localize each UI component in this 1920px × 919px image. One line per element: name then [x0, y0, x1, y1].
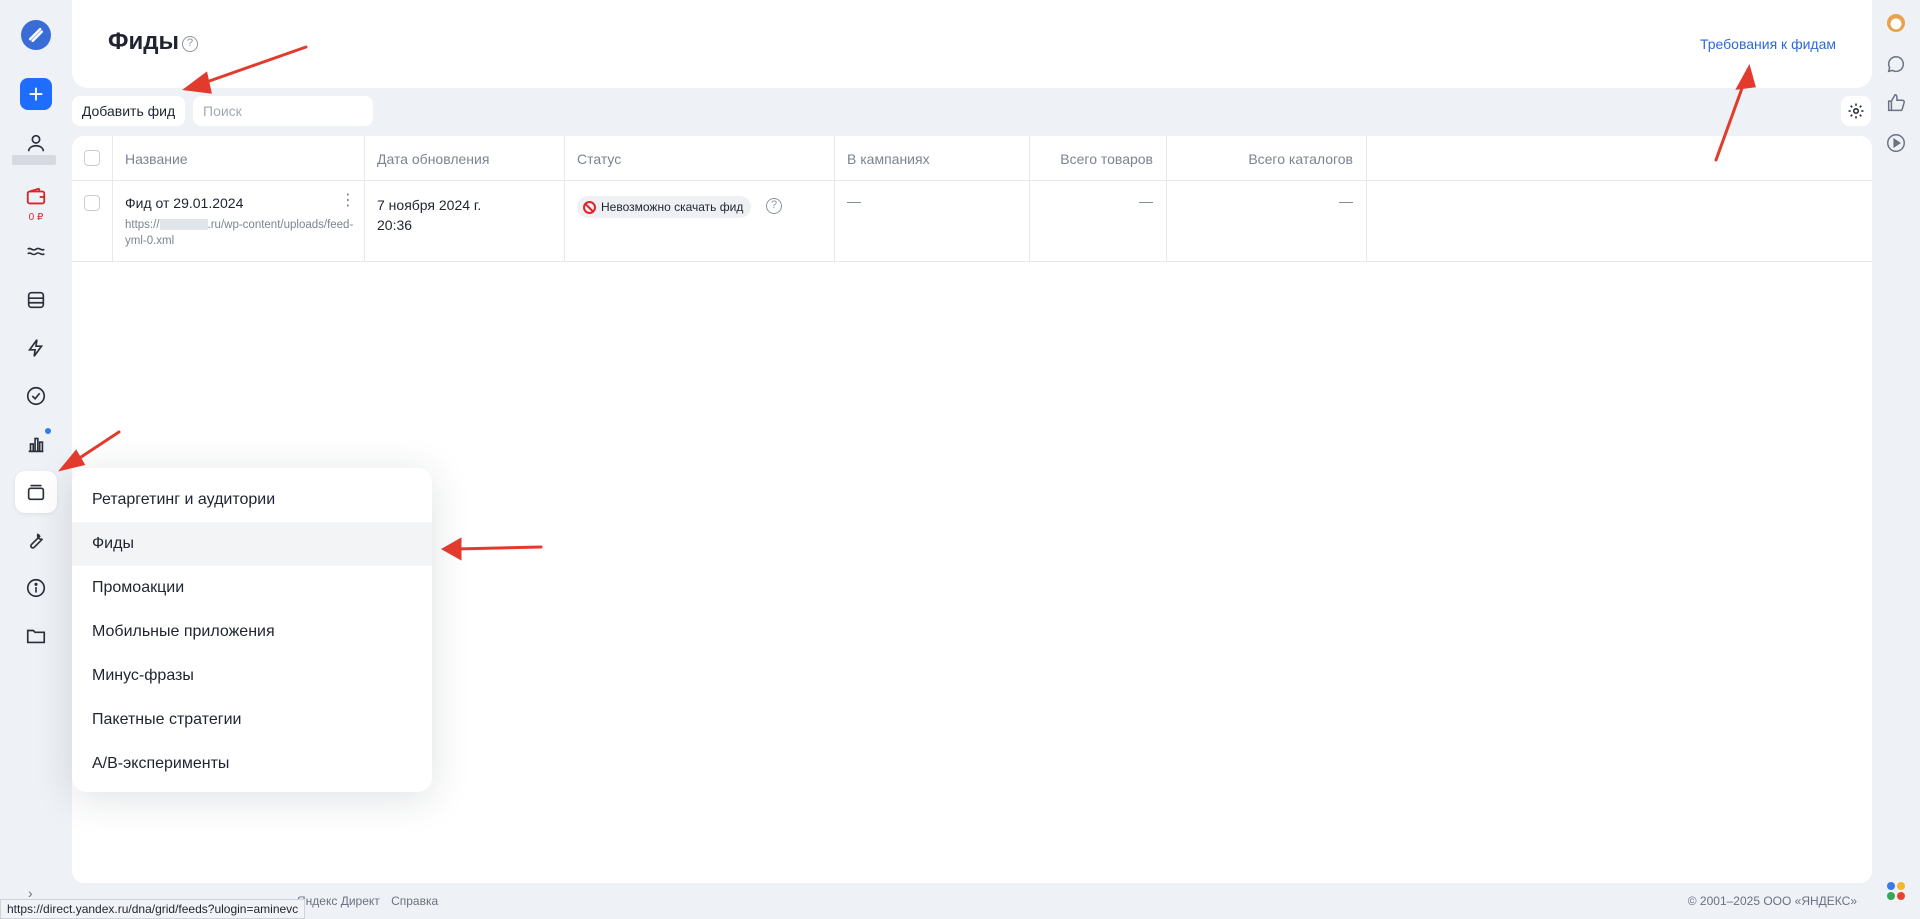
menu-item-package-strategies[interactable]: Пакетные стратегии [72, 698, 432, 742]
wave-stats-icon[interactable] [15, 230, 57, 272]
title-help-icon[interactable]: ? [182, 36, 198, 52]
feed-url-prefix: https:// [125, 219, 160, 231]
updated-date: 7 ноября 2024 г. [377, 197, 482, 213]
library-icon[interactable] [15, 471, 57, 513]
username-blurred [12, 155, 56, 165]
user-avatar[interactable] [1887, 14, 1905, 32]
status-help-icon[interactable]: ? [766, 198, 782, 214]
browser-status-url: https://direct.yandex.ru/dna/grid/feeds?… [0, 899, 306, 919]
updated-time: 20:36 [377, 217, 413, 233]
left-navigation-rail: + 0 ₽ › [0, 0, 72, 919]
folder-icon[interactable] [15, 615, 57, 657]
footer-direct-link[interactable]: Яндекс Директ [297, 894, 380, 908]
col-header-total-catalogs[interactable]: Всего каталогов [1248, 151, 1353, 167]
table-header: Название Дата обновления Статус В кампан… [72, 136, 1872, 181]
menu-item-negative-keywords[interactable]: Минус-фразы [72, 654, 432, 698]
col-header-status[interactable]: Статус [577, 151, 621, 167]
balance-label: 0 ₽ [28, 212, 44, 223]
feed-name[interactable]: Фид от 29.01.2024 [125, 195, 243, 211]
search-input[interactable] [193, 96, 373, 126]
feed-url: https://.ru/wp-content/uploads/feed-yml-… [125, 217, 357, 249]
error-prohibited-icon [583, 200, 596, 214]
services-grid-icon[interactable] [1887, 882, 1905, 900]
footer-help-link[interactable]: Справка [391, 894, 438, 908]
total-products-value: — [1139, 193, 1153, 209]
thumbs-up-icon[interactable] [1885, 92, 1907, 114]
row-menu-kebab-icon[interactable]: ⋮ [340, 193, 356, 209]
check-circle-icon[interactable] [15, 375, 57, 417]
library-menu-popup: Ретаргетинг и аудитории Фиды Промоакции … [72, 468, 432, 792]
status-text: Невозможно скачать фид [601, 200, 744, 214]
menu-item-ab-experiments[interactable]: A/B-эксперименты [72, 742, 432, 786]
menu-item-mobile-apps[interactable]: Мобильные приложения [72, 610, 432, 654]
table-settings-gear-icon[interactable] [1841, 96, 1871, 126]
create-plus-button[interactable]: + [20, 78, 52, 110]
campaigns-list-icon[interactable] [15, 279, 57, 321]
right-rail [1872, 0, 1920, 919]
wrench-icon[interactable] [15, 519, 57, 561]
col-header-updated[interactable]: Дата обновления [377, 151, 489, 167]
col-header-campaigns[interactable]: В кампаниях [847, 151, 930, 167]
col-header-name[interactable]: Название [125, 151, 188, 167]
row-checkbox[interactable] [84, 195, 100, 211]
select-all-checkbox[interactable] [84, 150, 100, 166]
total-catalogs-value: — [1339, 193, 1353, 209]
lightning-icon[interactable] [15, 327, 57, 369]
footer-copyright: © 2001–2025 ООО «ЯНДЕКС» [1687, 894, 1857, 908]
feed-requirements-link[interactable]: Требования к фидам [1700, 36, 1836, 52]
add-feed-button[interactable]: Добавить фид [72, 96, 185, 126]
play-circle-icon[interactable] [1885, 132, 1907, 154]
menu-item-retargeting[interactable]: Ретаргетинг и аудитории [72, 478, 432, 522]
direct-logo-icon[interactable] [21, 20, 51, 50]
page-title: Фиды [108, 28, 179, 55]
menu-item-promo[interactable]: Промоакции [72, 566, 432, 610]
table-row[interactable]: Фид от 29.01.2024 ⋮ https://.ru/wp-conte… [72, 181, 1872, 262]
col-header-total-products[interactable]: Всего товаров [1060, 151, 1153, 167]
menu-item-feeds[interactable]: Фиды [72, 522, 432, 566]
page-header: Фиды ? Требования к фидам [72, 0, 1872, 88]
chat-bubble-icon[interactable] [1885, 53, 1907, 75]
notification-dot [45, 428, 51, 434]
updated-date-cell: 7 ноября 2024 г. 20:36 [377, 195, 527, 235]
footer-links: Яндекс Директ Справка [297, 894, 446, 908]
status-badge: Невозможно скачать фид [577, 196, 752, 218]
in-campaigns-value: — [847, 193, 861, 209]
info-icon[interactable] [15, 567, 57, 609]
url-redacted [159, 219, 208, 231]
